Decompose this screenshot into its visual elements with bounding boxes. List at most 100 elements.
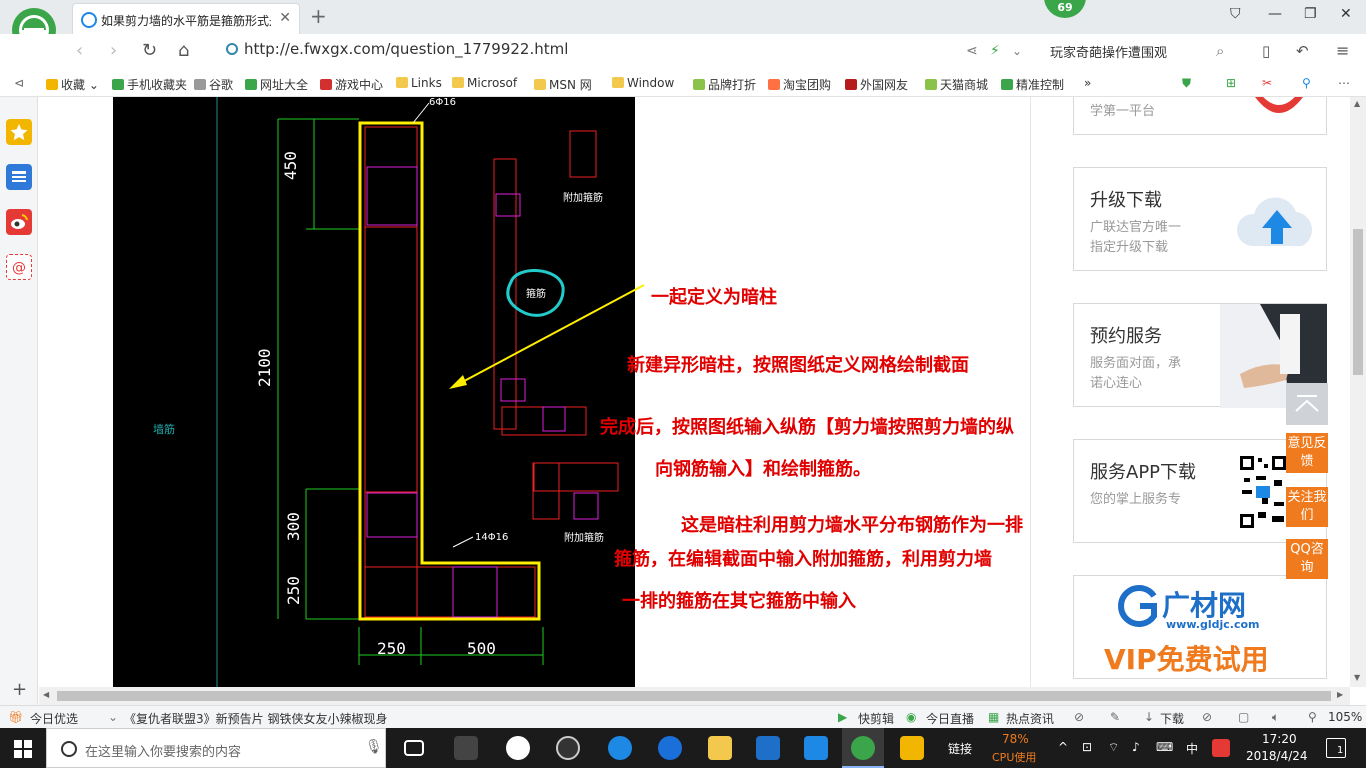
volume-icon[interactable]: ♪ [1132, 740, 1140, 754]
clean-icon[interactable]: ⊘ [1202, 710, 1212, 724]
microphone-icon[interactable]: 🎙︎ [365, 739, 383, 755]
hot-news[interactable]: 热点资讯 [1006, 710, 1054, 727]
pinwheel-app-icon[interactable] [454, 736, 478, 760]
quick-cut[interactable]: 快剪辑 [858, 710, 894, 727]
action-center-icon[interactable]: 1 [1326, 738, 1346, 758]
scroll-right-icon[interactable]: ▶ [1337, 690, 1343, 699]
add-sidebar-icon[interactable]: + [12, 679, 27, 700]
gldjc-ad-card[interactable]: 广材网 www.gldjc.com VIP免费试用 [1073, 575, 1327, 679]
mobile-icon[interactable]: ▯ [1262, 42, 1270, 60]
clock-time[interactable]: 17:20 [1262, 732, 1297, 746]
windows-start-icon[interactable] [14, 740, 32, 758]
download-button[interactable]: 下载 [1160, 710, 1184, 727]
notification-badge[interactable]: 69 [1044, 0, 1086, 18]
active-browser-task[interactable] [842, 728, 884, 768]
zoom-level[interactable]: 105% [1328, 710, 1362, 724]
more-icon[interactable]: ⋯ [1338, 76, 1350, 90]
bookmark-favorites[interactable]: 收藏 ⌄ [46, 76, 99, 93]
vertical-scrollbar[interactable]: ▲ ▼ [1350, 97, 1366, 687]
horizontal-scroll-thumb[interactable] [57, 691, 1331, 701]
magnifier-icon[interactable]: ⚲ [1302, 76, 1311, 90]
chevron-down-icon[interactable]: ⌄ [1012, 44, 1022, 58]
today-live[interactable]: 今日直播 [926, 710, 974, 727]
browser-e-icon[interactable] [506, 736, 530, 760]
tab-close-icon[interactable]: ✕ [279, 10, 291, 26]
feedback-button[interactable]: 意见反馈 [1286, 433, 1328, 473]
home-icon[interactable]: ⌂ [178, 40, 189, 61]
clock-date[interactable]: 2018/4/24 [1246, 749, 1308, 763]
bookmark-item[interactable]: Window [612, 76, 674, 90]
bookmark-item[interactable]: 外国网友 [845, 76, 908, 93]
horizontal-scrollbar[interactable]: ◀ ▶ [39, 687, 1350, 705]
undo-icon[interactable]: ↶ [1296, 42, 1309, 60]
bookmark-item[interactable]: 天猫商城 [925, 76, 988, 93]
follow-us-button[interactable]: 关注我们 [1286, 487, 1328, 527]
shirt-icon[interactable]: ⛉ [1230, 6, 1241, 22]
bookmark-item[interactable]: Links [396, 76, 442, 90]
ime-indicator[interactable]: 中 [1186, 740, 1198, 757]
lightning-icon[interactable]: ⚡ [990, 43, 1000, 59]
bookmark-item[interactable]: 手机收藏夹 [112, 76, 187, 93]
bookmarks-collapse-icon[interactable]: ⊲ [14, 76, 24, 90]
bookmark-item[interactable]: Microsof [452, 76, 517, 90]
glodon-icon[interactable] [756, 736, 780, 760]
tray-bag-icon[interactable]: ⊡ [1082, 740, 1092, 754]
reading-list-icon[interactable] [6, 164, 32, 190]
sound-icon[interactable]: 🔈︎ [1272, 710, 1279, 725]
bookmarks-more-button[interactable]: » [1084, 76, 1091, 90]
window-icon[interactable]: ▢ [1238, 710, 1249, 724]
bookmark-item[interactable]: 品牌打折 [693, 76, 756, 93]
bookmark-item[interactable]: 网址大全 [245, 76, 308, 93]
restore-icon[interactable]: ❐ [1304, 6, 1317, 22]
notes-app-icon[interactable] [900, 736, 924, 760]
gift-icon: 🎁︎ [8, 710, 24, 724]
minimize-icon[interactable]: — [1268, 6, 1282, 22]
sogou-browser-icon[interactable] [556, 736, 580, 760]
back-icon[interactable]: ‹ [76, 40, 83, 61]
vertical-scroll-thumb[interactable] [1353, 229, 1363, 375]
keyboard-icon[interactable]: ⌨ [1156, 740, 1173, 754]
favorites-star-icon[interactable] [6, 119, 32, 145]
bookmark-item[interactable]: 谷歌 [194, 76, 233, 93]
scroll-left-icon[interactable]: ◀ [43, 690, 49, 699]
url-field[interactable]: http://e.fwxgx.com/question_1779922.html [226, 40, 568, 58]
bookmark-item[interactable]: MSN 网 [534, 76, 592, 93]
tab-active[interactable]: 如果剪力墙的水平筋是箍筋形式是 ✕ [72, 3, 300, 34]
task-view-icon[interactable] [404, 740, 424, 756]
bookmark-item[interactable]: 淘宝团购 [768, 76, 831, 93]
file-explorer-icon[interactable] [708, 736, 732, 760]
weibo-icon[interactable] [6, 209, 32, 235]
qq-consult-button[interactable]: QQ咨询 [1286, 539, 1328, 579]
close-window-icon[interactable]: ✕ [1340, 6, 1352, 22]
search-icon[interactable]: ⌕ [1216, 42, 1224, 60]
new-tab-button[interactable]: + [310, 4, 327, 28]
plus-app-icon[interactable] [804, 736, 828, 760]
edge-icon[interactable] [608, 736, 632, 760]
address-search-field[interactable]: 玩家奇葩操作遭围观 [1050, 42, 1167, 61]
yen-icon[interactable]: ⛊ [1182, 76, 1191, 91]
scroll-down-icon[interactable]: ▼ [1354, 673, 1360, 682]
wifi-icon[interactable]: ⌔ [1108, 740, 1119, 755]
email-icon[interactable]: @ [6, 254, 32, 280]
share-icon[interactable]: ⋖ [966, 43, 978, 59]
top-card[interactable]: 学第一平台 [1073, 97, 1327, 135]
ie-taskbar-icon[interactable] [658, 736, 682, 760]
upgrade-card[interactable]: 升级下载 广联达官方唯一 指定升级下载 [1073, 167, 1327, 271]
links-toolbar[interactable]: 链接 [948, 740, 972, 757]
scissors-icon[interactable]: ✂ [1262, 76, 1272, 90]
bookmark-item[interactable]: 游戏中心 [320, 76, 383, 93]
forward-icon[interactable]: › [110, 40, 117, 61]
taskbar-search-box[interactable]: 在这里输入你要搜索的内容 🎙︎ [46, 728, 386, 768]
today-picks[interactable]: 今日优选 [30, 710, 78, 727]
tray-expand-icon[interactable]: ^ [1058, 740, 1068, 754]
back-to-top-button[interactable] [1286, 383, 1328, 425]
bookmark-item[interactable]: 精准控制 [1001, 76, 1064, 93]
sogou-ime-icon[interactable] [1212, 739, 1230, 757]
news-ticker[interactable]: 《复仇者联盟3》新预告片 钢铁侠女友小辣椒现身 [124, 710, 387, 727]
plus-square-icon[interactable]: ⊞ [1226, 76, 1236, 90]
tools-icon[interactable]: ✎ [1110, 710, 1120, 724]
speed-icon[interactable]: ⊘ [1074, 710, 1084, 724]
scroll-up-icon[interactable]: ▲ [1354, 99, 1360, 108]
menu-icon[interactable]: ≡ [1336, 41, 1349, 60]
refresh-icon[interactable]: ↻ [142, 40, 157, 61]
